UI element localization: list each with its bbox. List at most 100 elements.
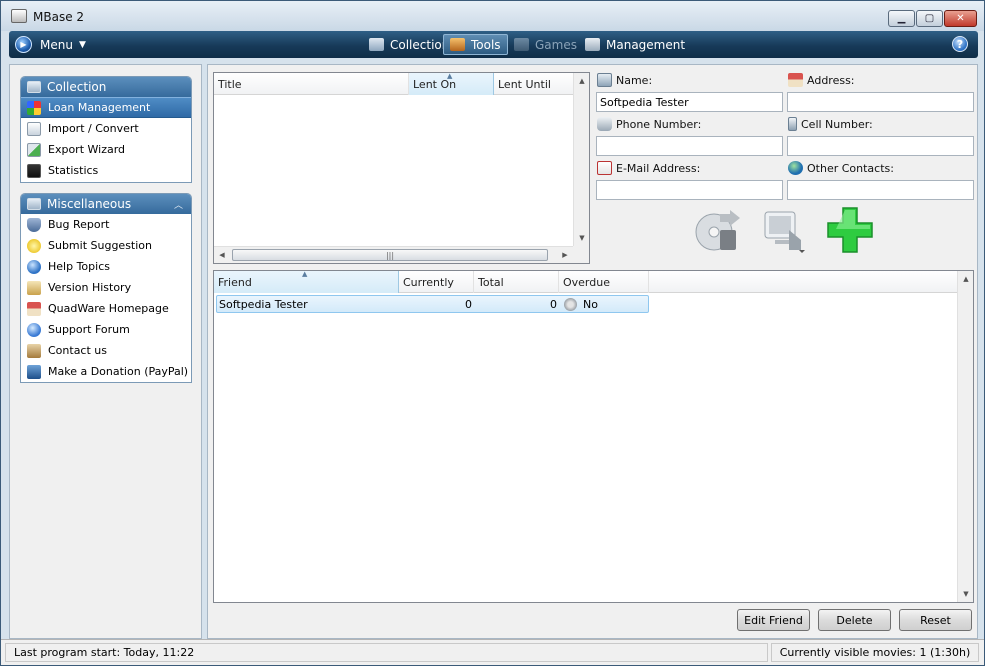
email-label-text: E-Mail Address: [616, 161, 701, 175]
misc-group-header[interactable]: Miscellaneous ︿ [21, 194, 191, 214]
loans-vertical-scrollbar[interactable]: ▲ ▼ [573, 73, 589, 246]
phone-field[interactable] [596, 136, 783, 156]
reset-button[interactable]: Reset [899, 609, 972, 631]
minimize-button[interactable]: ▁ [888, 10, 915, 27]
friend-cell: Softpedia Tester [219, 297, 308, 311]
collection-icon [369, 38, 384, 51]
column-lent-until-label: Lent Until [498, 77, 551, 91]
sidebar-item-bug-report[interactable]: Bug Report [21, 214, 191, 235]
edit-friend-button[interactable]: Edit Friend [737, 609, 810, 631]
scroll-left-icon[interactable]: ◀ [214, 247, 230, 263]
sidebar-item-label: Export Wizard [48, 143, 126, 156]
close-button[interactable]: ✕ [944, 10, 977, 27]
lend-movie-icon[interactable] [694, 206, 742, 254]
friends-vertical-scrollbar[interactable]: ▲ ▼ [957, 271, 973, 602]
sidebar-item-label: Loan Management [48, 101, 151, 114]
sidebar-item-quadware-homepage[interactable]: QuadWare Homepage [21, 298, 191, 319]
cell-field[interactable] [787, 136, 974, 156]
app-window: MBase 2 ▁ ▢ ✕ ▶ Menu ▼ Collection Tools … [0, 0, 985, 666]
sidebar-item-label: Statistics [48, 164, 99, 177]
address-label: Address: [788, 72, 855, 88]
scroll-thumb[interactable]: ||| [232, 249, 548, 261]
sidebar-item-label: Support Forum [48, 323, 130, 336]
sidebar-item-statistics[interactable]: Statistics [21, 160, 191, 181]
computer-icon[interactable] [759, 206, 807, 254]
sidebar-item-export-wizard[interactable]: Export Wizard [21, 139, 191, 160]
tab-games[interactable]: Games [508, 34, 583, 55]
scroll-up-icon[interactable]: ▲ [574, 73, 590, 89]
friends-table-header: ▲ Friend Currently Total Overdue [214, 270, 973, 293]
sidebar-item-label: Help Topics [48, 260, 110, 273]
loans-table[interactable]: Title ▲ Lent On Lent Until ▲ ▼ ◀ ||| ▶ [213, 72, 590, 264]
email-field[interactable] [596, 180, 783, 200]
menu-bar: ▶ Menu ▼ Collection Tools Games Manageme… [9, 31, 978, 58]
home-icon [27, 301, 41, 316]
collection-group: Collection Loan Management Import / Conv… [20, 76, 192, 183]
scroll-right-icon[interactable]: ▶ [557, 247, 573, 263]
sidebar-item-label: Make a Donation (PayPal) [48, 365, 189, 378]
name-field[interactable]: Softpedia Tester [596, 92, 783, 112]
status-bar: Last program start: Today, 11:22 Current… [1, 639, 984, 665]
address-label-text: Address: [807, 73, 855, 87]
tab-collection-label: Collection [390, 37, 450, 52]
sidebar-item-label: Contact us [48, 344, 107, 357]
tab-management-label: Management [606, 37, 686, 52]
scroll-up-icon[interactable]: ▲ [958, 271, 974, 287]
email-label: E-Mail Address: [597, 160, 700, 176]
scroll-down-icon[interactable]: ▼ [958, 586, 974, 602]
column-friend-label: Friend [218, 275, 252, 289]
misc-group-icon [27, 198, 41, 210]
app-icon [11, 9, 27, 23]
address-field[interactable] [787, 92, 974, 112]
delete-button[interactable]: Delete [818, 609, 891, 631]
other-contacts-field[interactable] [787, 180, 974, 200]
menu-button[interactable]: ▶ Menu ▼ [15, 35, 86, 54]
suggestion-icon [27, 238, 41, 253]
gear-icon [564, 297, 577, 311]
sidebar-item-help-topics[interactable]: Help Topics [21, 256, 191, 277]
table-row[interactable]: Softpedia Tester 0 0 No [216, 295, 649, 313]
sidebar-item-contact-us[interactable]: Contact us [21, 340, 191, 361]
sidebar-item-label: Import / Convert [48, 122, 139, 135]
bug-icon [27, 217, 41, 232]
column-overdue[interactable]: Overdue [559, 271, 649, 293]
export-icon [27, 142, 41, 157]
history-icon [27, 280, 41, 295]
globe-icon [788, 161, 803, 175]
tab-tools[interactable]: Tools [443, 34, 508, 55]
column-friend[interactable]: ▲ Friend [214, 270, 399, 293]
sidebar-item-loan-management[interactable]: Loan Management [21, 97, 191, 118]
column-title-label: Title [218, 77, 242, 91]
tab-collection[interactable]: Collection [363, 34, 455, 55]
tab-management[interactable]: Management [579, 34, 691, 55]
add-friend-icon[interactable] [826, 206, 874, 254]
maximize-button[interactable]: ▢ [916, 10, 943, 27]
sidebar-item-submit-suggestion[interactable]: Submit Suggestion [21, 235, 191, 256]
column-lent-until[interactable]: Lent Until [494, 73, 574, 95]
sidebar-item-support-forum[interactable]: Support Forum [21, 319, 191, 340]
column-total[interactable]: Total [474, 271, 559, 293]
title-bar: MBase 2 ▁ ▢ ✕ [1, 1, 984, 31]
help-icon[interactable]: ? [952, 36, 968, 52]
sidebar-item-make-donation[interactable]: Make a Donation (PayPal) [21, 361, 191, 382]
sidebar-item-import-convert[interactable]: Import / Convert [21, 118, 191, 139]
phone-icon [597, 117, 612, 131]
cell-label: Cell Number: [788, 116, 873, 132]
name-label: Name: [597, 72, 652, 88]
scroll-down-icon[interactable]: ▼ [574, 230, 590, 246]
email-icon [597, 161, 612, 175]
collection-group-header[interactable]: Collection [21, 77, 191, 97]
sidebar-item-version-history[interactable]: Version History [21, 277, 191, 298]
overdue-value: No [583, 297, 598, 311]
games-icon [514, 38, 529, 51]
column-title[interactable]: Title [214, 73, 409, 95]
column-currently[interactable]: Currently [399, 271, 474, 293]
total-cell: 0 [550, 297, 557, 311]
chevron-down-icon: ▼ [78, 39, 86, 50]
window-title: MBase 2 [33, 10, 85, 24]
donation-icon [27, 364, 41, 379]
sidebar-item-label: Version History [48, 281, 132, 294]
friends-table[interactable]: ▲ Friend Currently Total Overdue Softped… [213, 270, 974, 603]
loans-horizontal-scrollbar[interactable]: ◀ ||| ▶ [214, 246, 573, 263]
column-lent-on[interactable]: ▲ Lent On [409, 72, 494, 95]
